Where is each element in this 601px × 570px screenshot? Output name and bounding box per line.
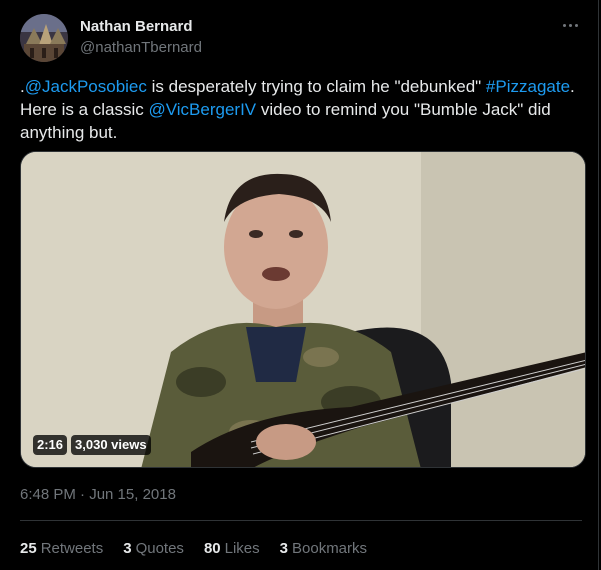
avatar[interactable]	[20, 14, 68, 62]
more-dots-icon[interactable]	[558, 16, 582, 34]
likes-count: 80	[203, 540, 221, 557]
video-duration-badge: 2:16	[33, 435, 68, 455]
dot	[568, 23, 572, 27]
bookmarks-label: Bookmarks	[292, 540, 368, 557]
retweets-label: Retweets	[40, 540, 104, 557]
video-thumbnail	[21, 152, 585, 467]
dot	[574, 23, 578, 27]
user-handle[interactable]: @nathanTbernard	[80, 39, 202, 56]
retweets-count: 25	[20, 540, 37, 557]
quotes-count: 3	[123, 540, 132, 557]
mention-link[interactable]: @JackPosobiec	[25, 77, 147, 96]
video-badges: 2:16 3,030 views	[33, 435, 151, 455]
quotes-label: Quotes	[135, 540, 184, 557]
tweet-text-segment: is desperately trying to claim he "debun…	[146, 77, 486, 96]
video-views-badge: 3,030 views	[71, 435, 151, 455]
retweets-stat[interactable]: 25 Retweets	[20, 540, 103, 557]
likes-label: Likes	[224, 540, 260, 557]
quotes-stat[interactable]: 3 Quotes	[123, 540, 184, 557]
mention-link[interactable]: @VicBergerIV	[148, 100, 256, 119]
display-name[interactable]: Nathan Bernard	[80, 18, 193, 35]
bookmarks-count: 3	[279, 540, 288, 557]
tweet-timestamp[interactable]: 6:48 PM · Jun 15, 2018	[20, 486, 176, 503]
bookmarks-stat[interactable]: 3 Bookmarks	[280, 540, 367, 557]
avatar-image	[20, 14, 68, 62]
tweet: Nathan Bernard @nathanTbernard .@JackPos…	[0, 0, 599, 570]
divider	[20, 520, 582, 521]
hashtag-link[interactable]: #Pizzagate	[486, 77, 570, 96]
tweet-stats: 25 Retweets 3 Quotes 80 Likes 3 Bookmarks	[20, 540, 367, 557]
dot	[562, 23, 566, 27]
video-player[interactable]: 2:16 3,030 views	[20, 151, 586, 468]
likes-stat[interactable]: 80 Likes	[204, 540, 260, 557]
tweet-text: .@JackPosobiec is desperately trying to …	[20, 75, 590, 144]
